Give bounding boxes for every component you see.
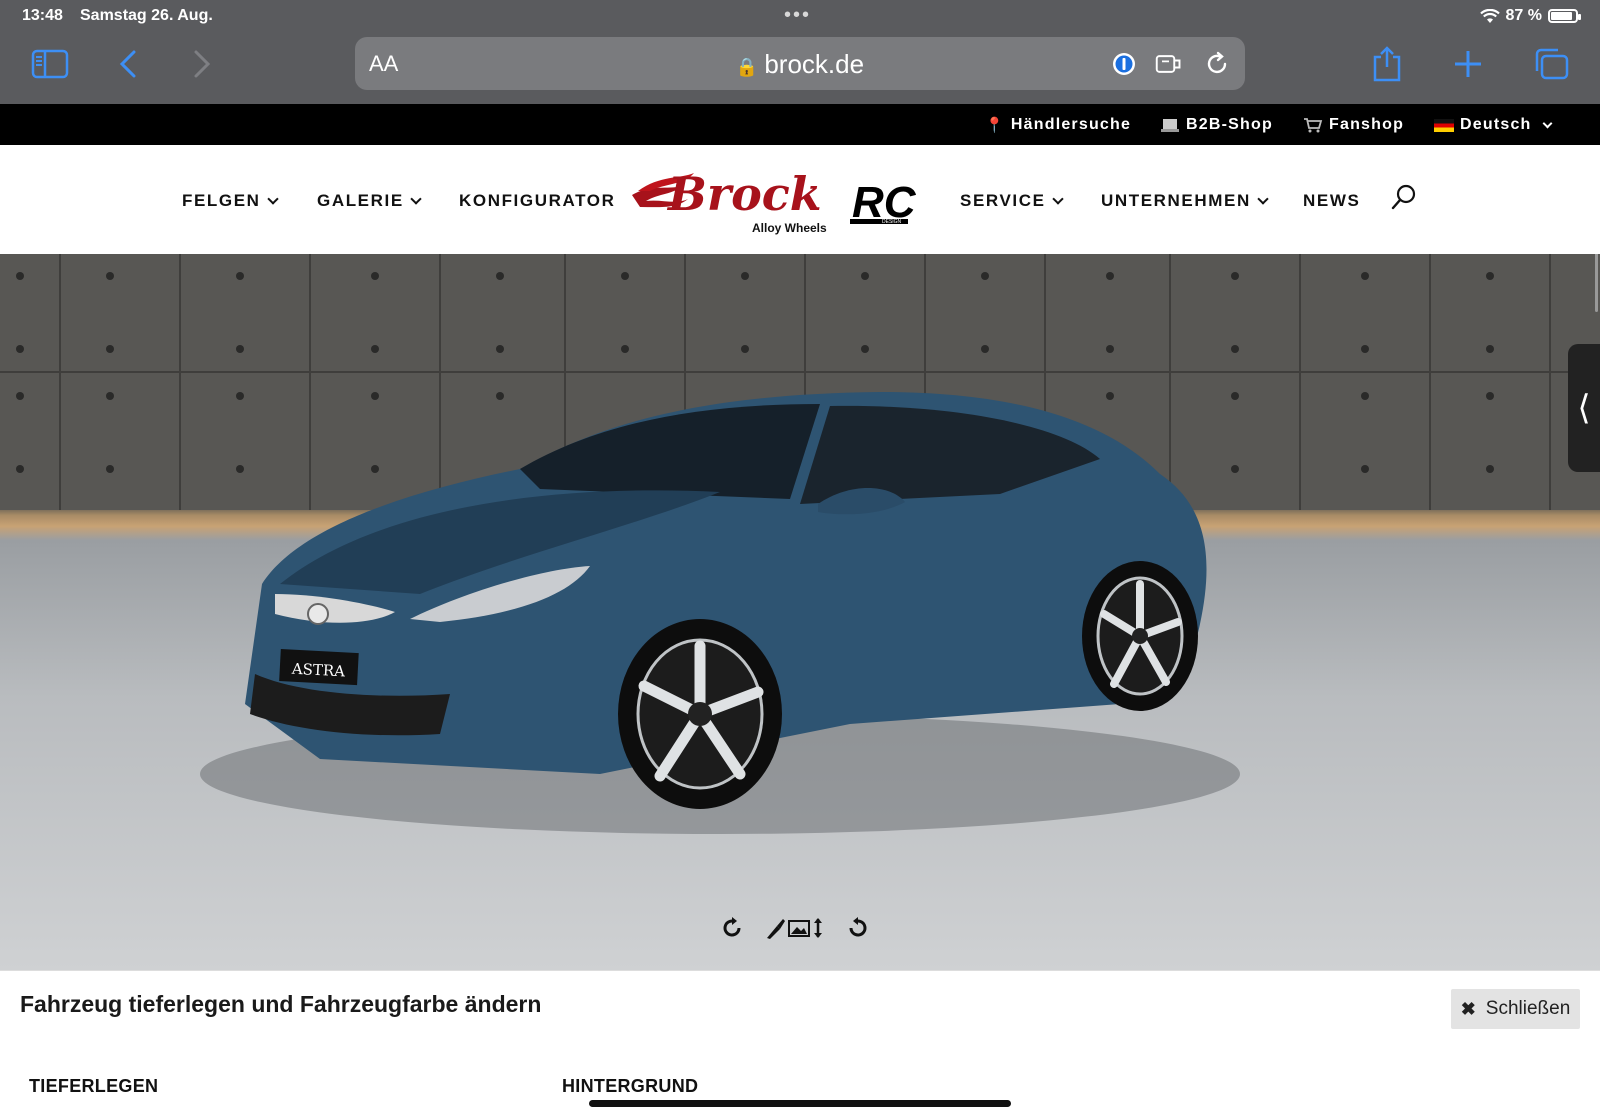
home-indicator xyxy=(589,1100,1011,1107)
chevron-down-icon xyxy=(410,193,422,205)
status-time: 13:48 xyxy=(22,7,63,24)
panel-title: Fahrzeug tieferlegen und Fahrzeugfarbe ä… xyxy=(20,991,542,1017)
settings-panel: Fahrzeug tieferlegen und Fahrzeugfarbe ä… xyxy=(0,970,1600,1118)
dealer-search-label: Händlersuche xyxy=(1010,116,1132,133)
german-flag-icon xyxy=(1434,118,1454,132)
back-icon[interactable] xyxy=(106,44,150,84)
site-logo[interactable]: Brock Alloy Wheels RC DESIGN xyxy=(632,165,932,237)
nav-galerie-label: GALERIE xyxy=(317,191,404,210)
reload-icon[interactable] xyxy=(1203,50,1231,78)
chevron-down-icon xyxy=(1257,193,1269,205)
battery-icon xyxy=(1548,9,1581,23)
language-label: Deutsch xyxy=(1460,116,1532,133)
nav-konfigurator-label: KONFIGURATOR xyxy=(459,191,616,210)
dealer-search-link[interactable]: 📍 Händlersuche xyxy=(985,116,1131,134)
logo-tagline: Alloy Wheels xyxy=(752,221,827,235)
close-button[interactable]: ✖ Schließen xyxy=(1451,989,1580,1029)
configurator-stage[interactable]: ASTRA ⟨ xyxy=(0,254,1600,970)
password-manager-icon[interactable] xyxy=(1110,50,1138,78)
url-text: brock.de xyxy=(764,49,865,79)
nav-service-label: SERVICE xyxy=(960,191,1046,210)
view-controls xyxy=(718,914,872,942)
close-button-label: Schließen xyxy=(1485,998,1571,1019)
multitasking-dots-icon[interactable]: ••• xyxy=(784,4,811,27)
tabs-overview-icon[interactable] xyxy=(1530,44,1574,84)
car-image: ASTRA xyxy=(200,392,1240,834)
status-bar: 13:48 Samstag 26. Aug. ••• 87 % xyxy=(0,0,1600,32)
section-lower-heading: TIEFERLEGEN xyxy=(29,1076,159,1096)
nav-felgen-label: FELGEN xyxy=(182,191,261,210)
site-topbar: 📍 Händlersuche B2B-Shop Fanshop Deutsch xyxy=(0,104,1600,145)
battery-percent: 87 % xyxy=(1505,7,1542,24)
chevron-down-icon xyxy=(266,193,279,205)
search-icon[interactable] xyxy=(1390,183,1418,211)
laptop-icon xyxy=(1161,119,1179,132)
cart-icon xyxy=(1304,118,1323,133)
new-tab-icon[interactable] xyxy=(1446,44,1490,84)
fanshop-label: Fanshop xyxy=(1329,116,1405,133)
browser-chrome: 13:48 Samstag 26. Aug. ••• 87 % AA 🔒 broc… xyxy=(0,0,1600,104)
pin-icon: 📍 xyxy=(985,117,1005,134)
customize-view-icon[interactable] xyxy=(764,914,826,942)
lock-icon: 🔒 xyxy=(735,57,759,77)
nav-news[interactable]: NEWS xyxy=(1303,191,1360,211)
nav-news-label: NEWS xyxy=(1303,191,1361,210)
b2b-shop-label: B2B-Shop xyxy=(1186,116,1273,133)
extension-icon[interactable] xyxy=(1155,50,1183,78)
nav-galerie[interactable]: GALERIE xyxy=(317,191,422,211)
logo-brand: Brock xyxy=(666,167,822,221)
logo-rc-sub: DESIGN xyxy=(882,219,902,225)
wifi-icon xyxy=(1479,8,1500,23)
chevron-down-icon xyxy=(1542,118,1552,128)
sidebar-icon[interactable] xyxy=(28,44,72,84)
nav-service[interactable]: SERVICE xyxy=(960,191,1064,211)
scroll-indicator xyxy=(1595,254,1598,312)
car-plate: ASTRA xyxy=(290,660,345,681)
nav-felgen[interactable]: FELGEN xyxy=(182,191,279,211)
section-background-heading: HINTERGRUND xyxy=(562,1076,699,1096)
address-bar[interactable]: AA 🔒 brock.de xyxy=(355,37,1245,90)
share-icon[interactable] xyxy=(1365,44,1409,84)
nav-konfigurator[interactable]: KONFIGURATOR xyxy=(459,191,615,211)
main-nav: FELGEN GALERIE KONFIGURATOR Brock Alloy … xyxy=(0,145,1600,254)
rotate-counterclockwise-icon[interactable] xyxy=(844,914,872,942)
chevron-down-icon xyxy=(1051,193,1064,205)
chevron-left-icon: ⟨ xyxy=(1577,389,1591,427)
fanshop-link[interactable]: Fanshop xyxy=(1303,116,1404,134)
rotate-clockwise-icon[interactable] xyxy=(718,914,746,942)
status-right: 87 % xyxy=(1479,7,1581,25)
nav-unternehmen[interactable]: UNTERNEHMEN xyxy=(1101,191,1269,211)
side-panel-toggle[interactable]: ⟨ xyxy=(1568,344,1600,472)
forward-icon[interactable] xyxy=(180,44,224,84)
close-icon: ✖ xyxy=(1460,998,1476,1019)
language-selector[interactable]: Deutsch xyxy=(1434,116,1552,134)
status-date: Samstag 26. Aug. xyxy=(80,7,213,24)
b2b-shop-link[interactable]: B2B-Shop xyxy=(1160,116,1273,134)
nav-unternehmen-label: UNTERNEHMEN xyxy=(1101,191,1251,210)
